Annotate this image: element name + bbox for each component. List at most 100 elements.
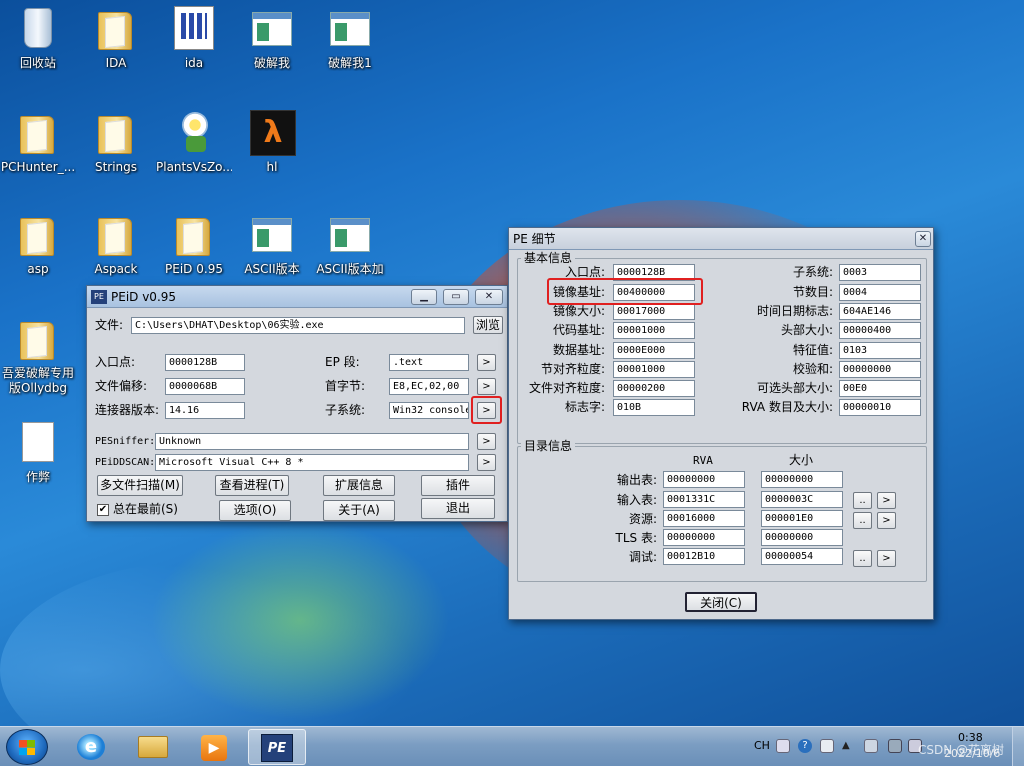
rva-count-label: RVA 数目及大小: <box>741 400 833 414</box>
desktop-icon-aspack[interactable]: Aspack <box>78 212 154 277</box>
file-offset-field[interactable]: 0000068B <box>165 378 245 395</box>
subsystem-field[interactable]: 0003 <box>839 264 921 281</box>
header-size-field[interactable]: 00000400 <box>839 322 921 339</box>
desktop-icon-strings[interactable]: Strings <box>78 110 154 175</box>
tls-size-field[interactable]: 00000000 <box>761 529 843 546</box>
network-icon[interactable] <box>888 739 902 753</box>
ep-section-field[interactable]: .text <box>389 354 469 371</box>
settings-icon[interactable] <box>820 739 834 753</box>
language-indicator[interactable]: CH <box>754 739 770 752</box>
debug-details-button[interactable]: .. <box>853 550 872 567</box>
entry-point-field[interactable]: 0000128B <box>165 354 245 371</box>
desktop-icon-asp[interactable]: asp <box>0 212 76 277</box>
show-desktop-button[interactable] <box>1012 727 1024 766</box>
desktop-icon-ollydbg[interactable]: 吾爱破解专用版Ollydbg <box>0 316 76 398</box>
always-on-top-checkbox[interactable]: ✔ <box>97 504 109 516</box>
tls-rva-field[interactable]: 00000000 <box>663 529 745 546</box>
import-size-field[interactable]: 0000003C <box>761 491 843 508</box>
code-base-field[interactable]: 00001000 <box>613 322 695 339</box>
desktop-icon-peid[interactable]: PEiD 0.95 <box>156 212 232 277</box>
section-count-field[interactable]: 0004 <box>839 284 921 301</box>
folder-icon <box>98 12 132 50</box>
desktop-icon-pchunter[interactable]: PCHunter_... <box>0 110 76 175</box>
magic-field[interactable]: 010B <box>613 399 695 416</box>
rva-count-field[interactable]: 00000010 <box>839 399 921 416</box>
export-size-field[interactable]: 00000000 <box>761 471 843 488</box>
peid-titlebar[interactable]: PE PEiD v0.95 ▁ ▭ ✕ <box>87 286 507 308</box>
section-count-label: 节数目: <box>792 285 833 299</box>
desktop-icon-plants[interactable]: PlantsVsZo... <box>156 110 232 175</box>
help-icon[interactable]: ? <box>798 739 812 753</box>
minimize-button[interactable]: ▁ <box>411 289 437 305</box>
peiddscan-field[interactable]: Microsoft Visual C++ 8 * <box>155 454 469 471</box>
debug-label: 调试: <box>628 550 657 564</box>
ie-icon: e <box>77 734 105 760</box>
linker-version-field[interactable]: 14.16 <box>165 402 245 419</box>
export-table-label: 输出表: <box>616 473 657 487</box>
import-rva-field[interactable]: 0001331C <box>663 491 745 508</box>
keyboard-icon[interactable] <box>776 739 790 753</box>
resource-label: 资源: <box>628 512 657 526</box>
import-table-label: 输入表: <box>616 493 657 507</box>
ep-section-arrow-button[interactable]: > <box>477 354 496 371</box>
start-button[interactable] <box>6 729 48 765</box>
folder-icon <box>20 218 54 256</box>
close-button[interactable]: ✕ <box>475 289 503 305</box>
characteristics-field[interactable]: 0103 <box>839 342 921 359</box>
maximize-button[interactable]: ▭ <box>443 289 469 305</box>
exit-button[interactable]: 退出 <box>421 498 495 519</box>
code-base-label: 代码基址: <box>552 323 605 337</box>
always-on-top-label: 总在最前(S) <box>113 502 178 516</box>
resource-arrow-button[interactable]: > <box>877 512 896 529</box>
resource-rva-field[interactable]: 00016000 <box>663 510 745 527</box>
close-dialog-button[interactable]: 关闭(C) <box>685 592 757 612</box>
extended-info-button[interactable]: 扩展信息 <box>323 475 395 496</box>
options-button[interactable]: 选项(O) <box>219 500 291 521</box>
resource-size-field[interactable]: 000001E0 <box>761 510 843 527</box>
export-rva-field[interactable]: 00000000 <box>663 471 745 488</box>
expand-tray-icon[interactable]: ▲ <box>842 739 852 753</box>
desktop-icon-ascii-plus[interactable]: ASCII版本加 <box>312 212 388 277</box>
checksum-field[interactable]: 00000000 <box>839 361 921 378</box>
about-button[interactable]: 关于(A) <box>323 500 395 521</box>
data-base-field[interactable]: 0000E000 <box>613 342 695 359</box>
desktop-icon-ida[interactable]: ida <box>156 6 232 71</box>
taskbar-peid[interactable]: PE <box>248 729 306 765</box>
pesniffer-arrow-button[interactable]: > <box>477 433 496 450</box>
multi-file-scan-button[interactable]: 多文件扫描(M) <box>97 475 183 496</box>
desktop-icon-ascii[interactable]: ASCII版本 <box>234 212 310 277</box>
desktop-icon-crackme[interactable]: 破解我 <box>234 6 310 71</box>
subsystem-field[interactable]: Win32 console <box>389 402 469 419</box>
close-button[interactable]: ✕ <box>915 231 931 247</box>
debug-size-field[interactable]: 00000054 <box>761 548 843 565</box>
taskbar-ie[interactable]: e <box>62 729 120 765</box>
wallpaper-leaf <box>150 520 450 720</box>
import-details-button[interactable]: .. <box>853 492 872 509</box>
browse-button[interactable]: 浏览 <box>473 316 503 334</box>
image-size-field[interactable]: 00017000 <box>613 303 695 320</box>
desktop-icon-crackme1[interactable]: 破解我1 <box>312 6 388 71</box>
desktop-icon-ida-folder[interactable]: IDA <box>78 6 154 71</box>
file-alignment-field[interactable]: 00000200 <box>613 380 695 397</box>
action-center-icon[interactable] <box>864 739 878 753</box>
peiddscan-arrow-button[interactable]: > <box>477 454 496 471</box>
first-bytes-arrow-button[interactable]: > <box>477 378 496 395</box>
desktop-icon-recycle-bin[interactable]: 回收站 <box>0 6 76 71</box>
desktop-icon-hl[interactable]: λ hl <box>234 110 310 175</box>
section-alignment-field[interactable]: 00001000 <box>613 361 695 378</box>
timestamp-field[interactable]: 604AE146 <box>839 303 921 320</box>
debug-rva-field[interactable]: 00012B10 <box>663 548 745 565</box>
plugins-button[interactable]: 插件 <box>421 475 495 496</box>
file-path-field[interactable]: C:\Users\DHAT\Desktop\06实验.exe <box>131 317 465 334</box>
pesniffer-field[interactable]: Unknown <box>155 433 469 450</box>
taskbar-explorer[interactable] <box>124 729 182 765</box>
pe-detail-titlebar[interactable]: PE 细节 ✕ <box>509 228 933 250</box>
optional-header-size-field[interactable]: 00E0 <box>839 380 921 397</box>
resource-details-button[interactable]: .. <box>853 512 872 529</box>
import-arrow-button[interactable]: > <box>877 492 896 509</box>
debug-arrow-button[interactable]: > <box>877 550 896 567</box>
first-bytes-field[interactable]: E8,EC,02,00 <box>389 378 469 395</box>
taskbar-media-player[interactable]: ▶ <box>186 729 244 765</box>
desktop-icon-cheat[interactable]: 作弊 <box>0 420 76 485</box>
view-process-button[interactable]: 查看进程(T) <box>215 475 289 496</box>
